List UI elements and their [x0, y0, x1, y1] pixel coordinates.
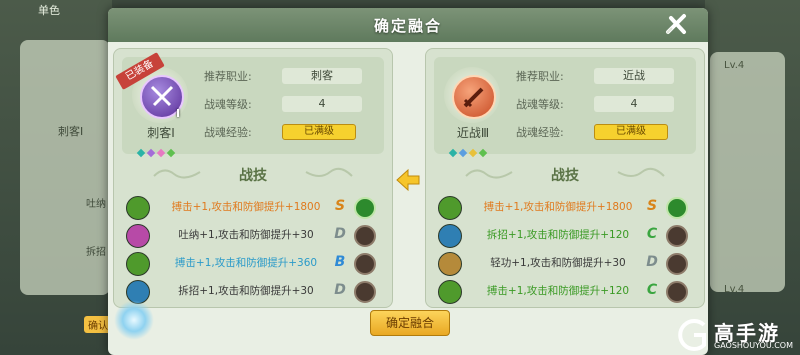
- dialog-title: 确定融合: [373, 17, 442, 35]
- right-skill-row[interactable]: 轻功+1,攻击和防御提升+30 D: [438, 252, 696, 276]
- warrior-avatar: [452, 75, 496, 119]
- exp-bar: 已满级: [282, 124, 356, 140]
- background-item-1: 吐纳: [86, 199, 106, 210]
- parry-skill-icon: [438, 224, 462, 248]
- rank-badge: D: [334, 282, 346, 298]
- watermark-url: GAOSHOUYOU.COM: [714, 341, 794, 350]
- skill-text: 搏击+1,攻击和防御提升+360: [174, 257, 318, 269]
- background-item-2: 拆招: [86, 247, 106, 258]
- rank-badge: D: [334, 226, 346, 242]
- touch-cursor-icon: [114, 300, 154, 340]
- fist-skill-icon: [126, 252, 150, 276]
- level-value: 4: [594, 96, 674, 112]
- breath-skill-icon: [126, 224, 150, 248]
- class-value: 刺客: [282, 68, 362, 84]
- background-level-bottom: Lv.4: [724, 284, 745, 295]
- right-avatar-frame[interactable]: [444, 67, 500, 123]
- class-label: 推荐职业:: [516, 70, 564, 83]
- rank-badge: S: [334, 198, 346, 214]
- exp-label: 战魂经验:: [516, 126, 564, 139]
- sword-icon: [463, 87, 484, 108]
- background-title: 单色: [38, 4, 60, 17]
- skill-text: 拆招+1,攻击和防御提升+30: [178, 285, 314, 297]
- right-soul-panel: 近战Ⅲ 推荐职业: 近战 战魂等级: 4 战魂经验: 已满级 战技 搏击+1,攻…: [425, 48, 705, 308]
- skill-text: 拆招+1,攻击和防御提升+120: [486, 229, 630, 241]
- fist-skill-icon: [126, 196, 150, 220]
- fist-skill-icon: [438, 196, 462, 220]
- crossed-daggers-icon: [150, 85, 174, 107]
- skill-text: 搏击+1,攻击和防御提升+120: [486, 285, 630, 297]
- background-level-top: Lv.4: [724, 60, 745, 71]
- skill-checkbox[interactable]: [666, 197, 688, 219]
- skill-checkbox[interactable]: [354, 225, 376, 247]
- skill-text: 搏击+1,攻击和防御提升+1800: [483, 201, 633, 213]
- level-value: 4: [282, 96, 362, 112]
- gem-icon: [448, 148, 458, 158]
- gem-icon: [468, 148, 478, 158]
- skill-checkbox[interactable]: [666, 253, 688, 275]
- fist-skill-icon: [438, 280, 462, 304]
- right-skill-row[interactable]: 搏击+1,攻击和防御提升+120 C: [438, 280, 696, 304]
- skill-text: 轻功+1,攻击和防御提升+30: [490, 257, 626, 269]
- left-gem-row: [136, 141, 184, 158]
- right-skill-row[interactable]: 拆招+1,攻击和防御提升+120 C: [438, 224, 696, 248]
- class-value: 近战: [594, 68, 674, 84]
- skill-text: 吐纳+1,攻击和防御提升+30: [178, 229, 314, 241]
- level-label: 战魂等级:: [516, 98, 564, 111]
- right-soul-name: 近战Ⅲ: [456, 126, 490, 140]
- gem-icon: [478, 148, 488, 158]
- skill-checkbox[interactable]: [354, 197, 376, 219]
- right-exp-row: 战魂经验: 已满级: [516, 123, 686, 141]
- background-card-right: [710, 52, 785, 292]
- left-class-row: 推荐职业: 刺客: [204, 67, 374, 85]
- watermark: 高手游 GAOSHOUYOU.COM: [670, 315, 800, 355]
- exp-bar: 已满级: [594, 124, 668, 140]
- close-button[interactable]: [662, 10, 692, 40]
- gem-icon: [156, 148, 166, 158]
- left-info-box: Ⅰ 已装备 刺客Ⅰ 推荐职业: 刺客 战魂等级: 4 战魂经验: 已满级: [115, 52, 384, 158]
- arrow-left-icon: [396, 168, 420, 192]
- rank-badge: D: [646, 254, 658, 270]
- left-exp-row: 战魂经验: 已满级: [204, 123, 374, 141]
- gem-icon: [458, 148, 468, 158]
- confirm-fusion-button[interactable]: 确定融合: [370, 310, 450, 336]
- gem-icon: [136, 148, 146, 158]
- rank-badge: C: [646, 226, 658, 242]
- background-card-name: 刺客Ⅰ: [58, 125, 84, 138]
- exp-label: 战魂经验:: [204, 126, 252, 139]
- right-level-row: 战魂等级: 4: [516, 95, 686, 113]
- left-skill-row[interactable]: 吐纳+1,攻击和防御提升+30 D: [126, 224, 384, 248]
- cloud-ornament-icon: [305, 167, 353, 177]
- left-skill-row[interactable]: 搏击+1,攻击和防御提升+1800 S: [126, 196, 384, 220]
- rank-badge: S: [646, 198, 658, 214]
- rank-badge: B: [334, 254, 346, 270]
- close-icon: [666, 14, 686, 34]
- skill-checkbox[interactable]: [666, 281, 688, 303]
- cloud-ornament-icon: [617, 167, 665, 177]
- watermark-logo-icon: [678, 319, 706, 351]
- right-info-box: 近战Ⅲ 推荐职业: 近战 战魂等级: 4 战魂经验: 已满级: [434, 57, 696, 158]
- left-soul-name: 刺客Ⅰ: [147, 126, 175, 140]
- skill-checkbox[interactable]: [354, 253, 376, 275]
- skill-text: 搏击+1,攻击和防御提升+1800: [171, 201, 321, 213]
- rank-badge: C: [646, 282, 658, 298]
- gem-icon: [146, 148, 156, 158]
- left-skill-row[interactable]: 搏击+1,攻击和防御提升+360 B: [126, 252, 384, 276]
- left-soul-panel: Ⅰ 已装备 刺客Ⅰ 推荐职业: 刺客 战魂等级: 4 战魂经验: 已满级 战技: [113, 48, 393, 308]
- left-skill-row[interactable]: 拆招+1,攻击和防御提升+30 D: [126, 280, 384, 304]
- skill-checkbox[interactable]: [354, 281, 376, 303]
- right-skill-row[interactable]: 搏击+1,攻击和防御提升+1800 S: [438, 196, 696, 220]
- gem-icon: [166, 148, 176, 158]
- right-gem-row: [448, 141, 496, 158]
- fusion-dialog: 确定融合 Ⅰ 已装备 刺客Ⅰ 推荐职业: 刺客 战魂等级: 4 战魂经验: 已满…: [108, 8, 708, 355]
- boot-skill-icon: [438, 252, 462, 276]
- left-level-row: 战魂等级: 4: [204, 95, 374, 113]
- roman-numeral: Ⅰ: [176, 107, 181, 120]
- level-label: 战魂等级:: [204, 98, 252, 111]
- right-class-row: 推荐职业: 近战: [516, 67, 686, 85]
- class-label: 推荐职业:: [204, 70, 252, 83]
- skill-checkbox[interactable]: [666, 225, 688, 247]
